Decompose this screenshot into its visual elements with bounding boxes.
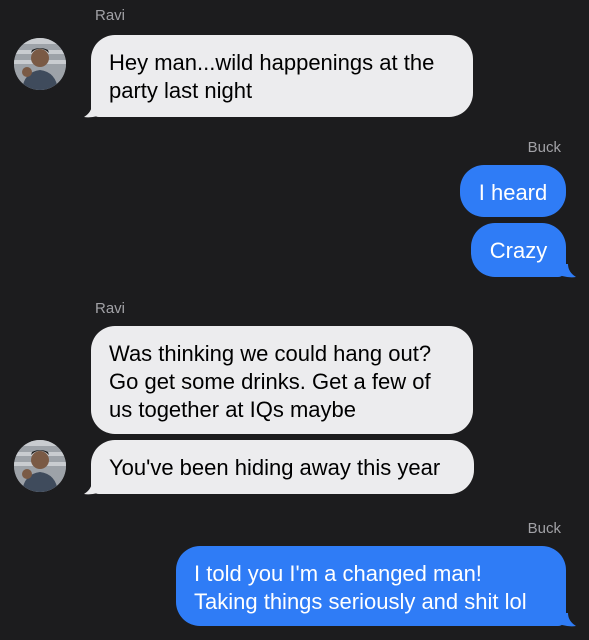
avatar-ravi-icon [14,440,66,492]
message-line: I told you I'm a changed man! [194,561,482,586]
sender-name-buck: Buck [527,520,561,537]
message-bubble-outgoing[interactable]: Crazy [471,223,566,277]
message-bubble-outgoing[interactable]: I told you I'm a changed man! Taking thi… [176,546,566,626]
message-line: Was thinking we could hang out? [109,341,432,366]
message-bubble-incoming[interactable]: Was thinking we could hang out? Go get s… [91,326,473,434]
avatar-ravi[interactable] [14,440,66,492]
message-line: party last night [109,78,253,103]
message-line: us together at IQs maybe [109,397,357,422]
message-bubble-incoming[interactable]: You've been hiding away this year [91,440,474,494]
message-line: Crazy [489,238,548,263]
message-bubble-incoming[interactable]: Hey man...wild happenings at the party l… [91,35,473,117]
message-bubble-outgoing[interactable]: I heard [460,165,566,217]
message-line: I heard [478,180,548,205]
bubble-tail-outgoing-icon [562,613,576,627]
sender-name-ravi: Ravi [95,300,126,317]
bubble-tail-incoming-icon [84,481,98,495]
message-line: Hey man...wild happenings at the [109,50,435,75]
bubble-tail-incoming-icon [84,104,98,118]
message-line: Go get some drinks. Get a few of [109,369,431,394]
avatar-ravi-icon [14,38,66,90]
message-line: Taking things seriously and shit lol [194,589,527,614]
sender-name-buck: Buck [527,139,561,156]
avatar-ravi[interactable] [14,38,66,90]
message-line: You've been hiding away this year [109,455,441,480]
sender-name-ravi: Ravi [95,7,126,24]
bubble-tail-outgoing-icon [562,264,576,278]
